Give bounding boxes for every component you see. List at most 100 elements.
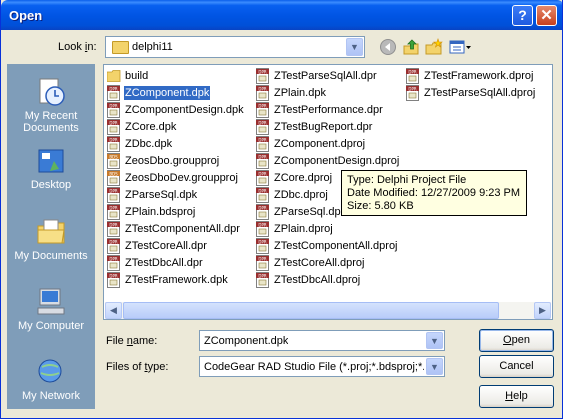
file-name: ZComponent.dproj [274, 138, 366, 150]
svg-text:DPR: DPR [258, 188, 266, 193]
open-dialog: Open ? ✕ Look in: delphi11 ▼ My Recent D… [0, 0, 563, 419]
svg-text:DPR: DPR [258, 86, 266, 91]
chevron-down-icon[interactable]: ▼ [426, 358, 443, 375]
svg-text:DPR: DPR [109, 86, 117, 91]
svg-text:DPR: DPR [258, 273, 266, 278]
file-name: ZTestBugReport.dpr [274, 121, 373, 133]
file-name: ZPlain.dpk [274, 87, 326, 99]
group-project-icon: BDS [107, 153, 121, 169]
scroll-thumb[interactable] [123, 302, 499, 319]
file-name: ZeosDboDev.groupproj [125, 172, 238, 184]
place-label: My Recent Documents [23, 110, 79, 134]
delphi-project-icon: DPR [256, 68, 270, 84]
svg-text:DPR: DPR [109, 137, 117, 142]
delphi-project-icon: DPR [406, 85, 420, 101]
files-of-type-label: Files of type: [106, 361, 169, 373]
delphi-project-icon: DPR [107, 85, 121, 101]
delphi-project-icon: DPR [406, 68, 420, 84]
folder-icon [112, 41, 129, 54]
delphi-project-icon: DPR [256, 255, 270, 271]
file-name: ZTestDbcAll.dpr [125, 257, 203, 269]
file-name: ZTestCoreAll.dproj [274, 257, 365, 269]
chevron-down-icon[interactable]: ▼ [346, 38, 363, 56]
svg-text:DPR: DPR [408, 86, 416, 91]
file-name: ZPlain.dproj [274, 223, 333, 235]
delphi-project-icon: DPR [256, 221, 270, 237]
file-name: ZTestParseSqlAll.dproj [424, 87, 536, 99]
close-button[interactable]: ✕ [536, 5, 557, 26]
svg-text:DPR: DPR [258, 222, 266, 227]
file-name: ZTestParseSqlAll.dpr [274, 70, 377, 82]
svg-text:DPR: DPR [109, 188, 117, 193]
view-menu-icon[interactable] [449, 38, 473, 56]
file-name: ZComponentDesign.dpk [125, 104, 244, 116]
place-my-documents[interactable]: My Documents [8, 211, 94, 279]
file-name: ZTestCoreAll.dpr [125, 240, 207, 252]
place-recent-documents[interactable]: My Recent Documents [8, 71, 94, 139]
delphi-project-icon: DPR [107, 238, 121, 254]
look-in-label: Look in: [58, 41, 97, 53]
file-name: ZTestComponentAll.dproj [274, 240, 398, 252]
delphi-project-icon: DPR [256, 238, 270, 254]
chevron-down-icon[interactable]: ▼ [426, 332, 443, 349]
delphi-project-icon: DPR [256, 187, 270, 203]
my-computer-icon [36, 287, 66, 317]
file-name: ZTestDbcAll.dproj [274, 274, 361, 286]
svg-text:DPR: DPR [258, 120, 266, 125]
delphi-project-icon: DPR [107, 272, 121, 288]
delphi-project-icon: DPR [256, 136, 270, 152]
file-name: ZComponentDesign.dproj [274, 155, 400, 167]
file-name-value: ZComponent.dpk [204, 335, 289, 347]
file-name-input[interactable]: ZComponent.dpk ▼ [199, 330, 445, 351]
svg-text:DPR: DPR [258, 103, 266, 108]
place-my-network[interactable]: My Network [8, 351, 94, 418]
files-of-type-value: CodeGear RAD Studio File (*.proj;*.bdspr… [204, 361, 424, 373]
svg-text:DPR: DPR [258, 239, 266, 244]
delphi-project-icon: DPR [256, 272, 270, 288]
svg-text:BDS: BDS [109, 171, 118, 176]
scroll-right-button[interactable]: ▶ [534, 302, 551, 319]
svg-text:DPR: DPR [258, 256, 266, 261]
delphi-project-icon: DPR [107, 204, 121, 220]
cancel-button[interactable]: Cancel [479, 355, 554, 378]
delphi-project-icon: DPR [107, 221, 121, 237]
file-name: ZTestPerformance.dpr [274, 104, 383, 116]
file-name: ZeosDbo.groupproj [125, 155, 220, 167]
svg-text:DPR: DPR [109, 222, 117, 227]
delphi-project-icon: DPR [256, 153, 270, 169]
svg-text:DPR: DPR [109, 120, 117, 125]
svg-text:DPR: DPR [258, 205, 266, 210]
file-name: ZCore.dpk [125, 121, 177, 133]
files-of-type-select[interactable]: CodeGear RAD Studio File (*.proj;*.bdspr… [199, 356, 445, 377]
place-my-computer[interactable]: My Computer [8, 281, 94, 349]
help-title-button[interactable]: ? [512, 5, 533, 26]
file-tooltip: Type: Delphi Project File Date Modified:… [341, 170, 527, 216]
delphi-project-icon: DPR [107, 187, 121, 203]
back-icon[interactable] [379, 38, 397, 56]
svg-text:DPR: DPR [408, 69, 416, 74]
title-bar[interactable]: Open ? ✕ [1, 0, 562, 30]
svg-text:DPR: DPR [109, 239, 117, 244]
file-name: ZTestFramework.dpk [125, 274, 228, 286]
delphi-project-icon: DPR [107, 136, 121, 152]
delphi-project-icon: DPR [256, 102, 270, 118]
svg-text:DPR: DPR [109, 103, 117, 108]
open-button[interactable]: Open [479, 329, 554, 352]
new-folder-icon[interactable] [425, 38, 443, 56]
svg-text:DPR: DPR [109, 205, 117, 210]
my-network-icon [36, 357, 66, 387]
look-in-combo[interactable]: delphi11 ▼ [105, 36, 365, 58]
svg-text:DPR: DPR [109, 256, 117, 261]
up-folder-icon[interactable] [402, 38, 420, 56]
file-name: ZParseSql.dpk [125, 189, 198, 201]
horizontal-scrollbar[interactable]: ◀ ▶ [105, 302, 551, 319]
place-label: My Network [21, 390, 81, 402]
scroll-left-button[interactable]: ◀ [105, 302, 122, 319]
file-name: ZParseSql.dpro [274, 206, 351, 218]
help-button[interactable]: Help [479, 385, 554, 408]
file-name: ZPlain.bdsproj [125, 206, 196, 218]
place-desktop[interactable]: Desktop [8, 141, 94, 209]
delphi-project-icon: DPR [107, 119, 121, 135]
delphi-project-icon: DPR [256, 204, 270, 220]
window-title: Open [9, 8, 43, 23]
